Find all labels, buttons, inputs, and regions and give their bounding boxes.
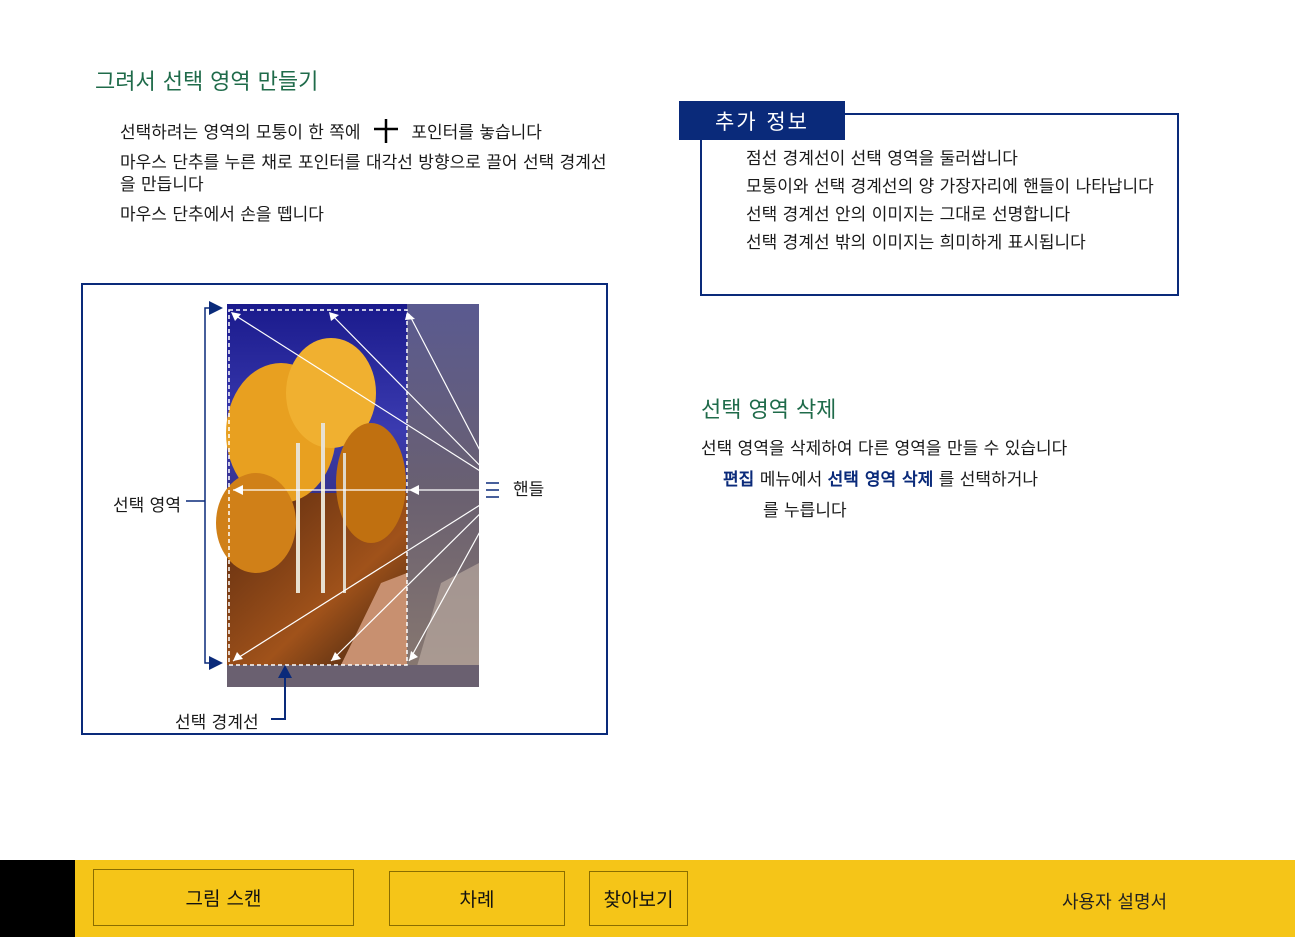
crosshair-pointer-icon: [373, 119, 398, 143]
step-list: 선택하려는 영역의 모퉁이 한 쪽에 포인터를 놓습니다 마우스 단추를 누른 …: [120, 118, 610, 234]
table-of-contents-button[interactable]: 차례: [389, 871, 565, 926]
info-item: 모퉁이와 선택 경계선의 양 가장자리에 핸들이 나타납니다: [746, 177, 1154, 198]
info-list: 점선 경계선이 선택 영역을 둘러쌉니다 모퉁이와 선택 경계선의 양 가장자리…: [746, 148, 1176, 260]
scan-picture-button[interactable]: 그림 스캔: [93, 869, 354, 926]
info-item: 선택 경계선 안의 이미지는 그대로 선명합니다: [746, 205, 1071, 226]
edit-menu-link[interactable]: 편집: [723, 470, 754, 490]
footer-page-block: [0, 860, 75, 937]
step-3: 마우스 단추에서 손을 뗍니다: [120, 205, 324, 226]
selection-bracket: [186, 307, 215, 664]
label-selection-area: 선택 영역: [113, 496, 181, 516]
section-heading-draw-selection: 그려서 선택 영역 만들기: [95, 70, 319, 95]
section-heading-delete-selection: 선택 영역 삭제: [701, 398, 837, 423]
manual-title: 사용자 설명서: [1062, 892, 1168, 913]
step-1-text-start: 선택하려는 영역의 모퉁이 한 쪽에: [120, 123, 361, 143]
delete-description: 선택 영역을 삭제하여 다른 영역을 만들 수 있습니다: [701, 439, 1068, 459]
delete-selection-menu-item[interactable]: 선택 영역 삭제: [828, 470, 934, 490]
delete-step-end-text: 를 선택하거나: [938, 470, 1038, 490]
delete-step-mid-text: 메뉴에서: [759, 470, 823, 490]
bracket-arrow-bottom-icon: [209, 656, 223, 670]
bracket-arrow-top-icon: [209, 301, 223, 315]
delete-step-key: 를 누릅니다: [763, 501, 847, 521]
autumn-photo: [216, 304, 479, 687]
label-marquee: 선택 경계선: [175, 713, 259, 733]
info-box-title: 추가 정보: [679, 101, 845, 140]
info-item: 선택 경계선 밖의 이미지는 희미하게 표시됩니다: [746, 233, 1086, 254]
step-1: 선택하려는 영역의 모퉁이 한 쪽에 포인터를 놓습니다: [120, 118, 610, 144]
delete-step-menu: 편집 메뉴에서 선택 영역 삭제 를 선택하거나: [723, 465, 1038, 490]
step-2: 마우스 단추를 누른 채로 포인터를 대각선 방향으로 끌어 선택 경계선을 만…: [120, 153, 607, 196]
step-1-text-end: 포인터를 놓습니다: [411, 123, 542, 143]
label-handles: 핸들: [513, 480, 545, 500]
info-item: 점선 경계선이 선택 영역을 둘러쌉니다: [746, 149, 1018, 169]
search-button[interactable]: 찾아보기: [589, 871, 688, 926]
